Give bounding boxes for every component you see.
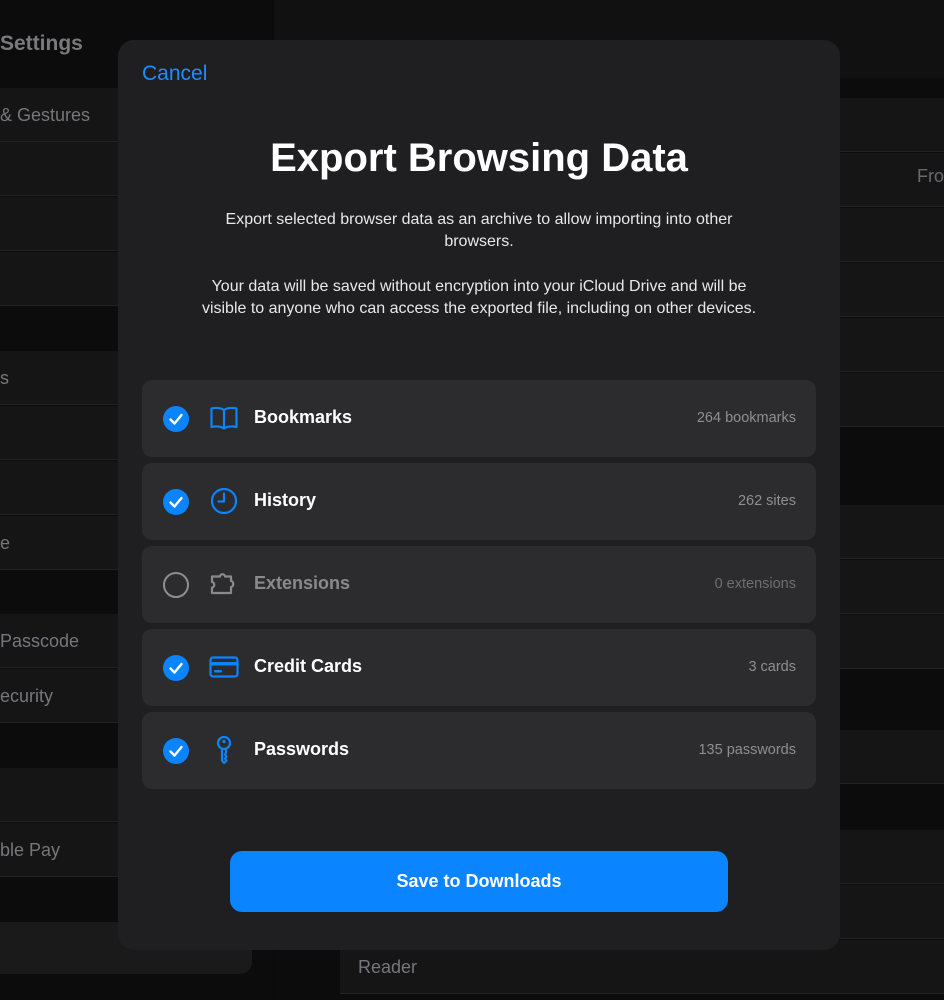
checkmark-icon[interactable] (163, 406, 189, 432)
checkmark-icon[interactable] (163, 489, 189, 515)
warning-text: Your data will be saved without encrypti… (201, 278, 757, 317)
detail-value: Fro (917, 166, 944, 186)
option-extensions: Extensions 0 extensions (142, 546, 816, 623)
option-count: 135 passwords (698, 742, 796, 758)
option-credit-cards[interactable]: Credit Cards 3 cards (142, 629, 816, 706)
book-icon (208, 402, 240, 434)
option-history[interactable]: History 262 sites (142, 463, 816, 540)
clock-icon (208, 485, 240, 517)
settings-title: Settings (0, 32, 83, 55)
option-count: 262 sites (737, 493, 796, 509)
cancel-button[interactable]: Cancel (142, 62, 207, 86)
key-icon (208, 734, 240, 766)
puzzle-icon (208, 568, 240, 600)
option-label: Passwords (254, 739, 350, 759)
option-label: Credit Cards (254, 656, 363, 676)
option-passwords[interactable]: Passwords 135 passwords (142, 712, 816, 789)
option-count: 0 extensions (714, 576, 796, 592)
export-options-list: Bookmarks 264 bookmarks History 262 site… (142, 380, 816, 795)
sheet-title: Export Browsing Data (270, 136, 688, 180)
option-label: Extensions (254, 573, 351, 593)
credit-card-icon (208, 651, 240, 683)
checkmark-icon[interactable] (163, 655, 189, 681)
option-label: History (254, 490, 317, 510)
unchecked-circle-icon (163, 572, 189, 598)
description-text: Export selected browser data as an archi… (225, 211, 733, 250)
option-label: Bookmarks (254, 407, 353, 427)
export-browsing-data-sheet: Cancel Export Browsing Data Export selec… (118, 40, 840, 950)
option-count: 3 cards (748, 659, 796, 675)
save-to-downloads-button[interactable]: Save to Downloads (230, 851, 728, 912)
checkmark-icon[interactable] (163, 738, 189, 764)
option-count: 264 bookmarks (696, 410, 796, 426)
option-bookmarks[interactable]: Bookmarks 264 bookmarks (142, 380, 816, 457)
